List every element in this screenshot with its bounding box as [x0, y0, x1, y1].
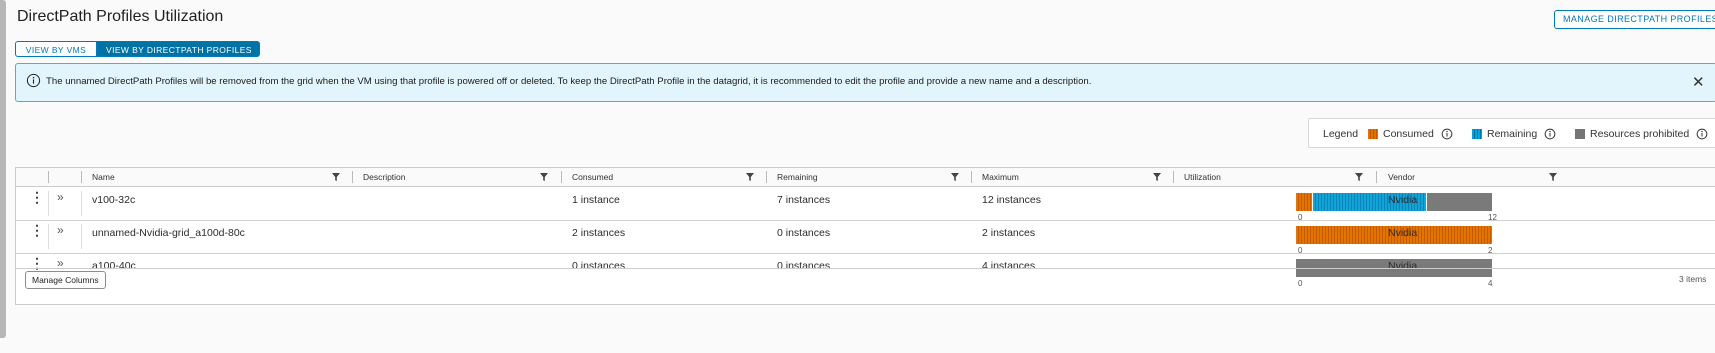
filter-icon[interactable] [1549, 173, 1557, 181]
vendor-value: Nvidia [1388, 194, 1418, 206]
close-icon[interactable]: ✕ [1692, 75, 1705, 90]
column-separator [81, 191, 82, 216]
table-row: ⋮ » a100-40c 0 instances 0 instances 4 i… [16, 253, 1715, 288]
info-icon[interactable] [1696, 128, 1708, 140]
column-separator[interactable] [971, 171, 972, 183]
filter-icon[interactable] [1355, 173, 1363, 181]
column-separator[interactable] [352, 171, 353, 183]
filter-icon[interactable] [746, 173, 754, 181]
row-actions-icon[interactable]: ⋮ [30, 223, 44, 237]
table-row: ⋮ » v100-32c 1 instance 7 instances 12 i… [16, 187, 1715, 222]
manage-directpath-profiles-button[interactable]: MANAGE DIRECTPATH PROFILES [1554, 10, 1715, 29]
consumed-segment [1296, 193, 1313, 211]
consumed-value: 1 instance [572, 194, 620, 206]
remaining-value: 7 instances [777, 194, 831, 206]
remaining-value: 0 instances [777, 227, 831, 239]
info-icon[interactable] [1441, 128, 1453, 140]
profiles-datagrid: Name Description Consumed Remaining Maxi… [15, 167, 1715, 305]
prohibited-segment [1426, 193, 1492, 211]
column-header-name[interactable]: Name [92, 168, 115, 186]
row-actions-icon[interactable]: ⋮ [30, 190, 44, 204]
column-separator[interactable] [766, 171, 767, 183]
column-separator[interactable] [1376, 171, 1377, 183]
column-separator [48, 224, 49, 249]
column-header-description[interactable]: Description [363, 168, 406, 186]
grid-header: Name Description Consumed Remaining Maxi… [16, 168, 1715, 187]
view-by-profiles-button[interactable]: VIEW BY DIRECTPATH PROFILES [97, 41, 260, 57]
item-count: 3 items [1679, 274, 1707, 284]
profile-name: unnamed-Nvidia-grid_a100d-80c [92, 227, 245, 239]
column-separator [48, 171, 49, 183]
profile-name: v100-32c [92, 194, 136, 206]
column-header-utilization[interactable]: Utilization [1184, 168, 1221, 186]
legend-item-prohibited: Resources prohibited [1575, 128, 1708, 140]
vendor-value: Nvidia [1388, 227, 1418, 239]
legend-item-remaining: Remaining [1472, 128, 1556, 140]
prohibited-swatch [1575, 129, 1585, 139]
utilization-legend: Legend Consumed Remaining Resources proh… [1308, 118, 1715, 148]
legend-title: Legend [1323, 128, 1359, 140]
expand-row-icon[interactable]: » [57, 190, 64, 204]
consumed-swatch [1368, 129, 1378, 139]
remaining-swatch [1472, 129, 1482, 139]
maximum-value: 2 instances [982, 227, 1036, 239]
legend-item-consumed: Consumed [1368, 128, 1453, 140]
expand-row-icon[interactable]: » [57, 223, 64, 237]
view-by-vms-button[interactable]: VIEW BY VMS [15, 41, 97, 57]
info-icon[interactable] [1544, 128, 1556, 140]
legend-label-consumed: Consumed [1383, 128, 1434, 140]
manage-columns-button[interactable]: Manage Columns [25, 271, 106, 289]
page-title: DirectPath Profiles Utilization [17, 8, 224, 25]
column-separator [81, 224, 82, 249]
maximum-value: 12 instances [982, 194, 1041, 206]
column-separator [48, 191, 49, 216]
column-header-consumed[interactable]: Consumed [572, 168, 613, 186]
legend-label-prohibited: Resources prohibited [1590, 128, 1690, 140]
grid-footer: Manage Columns 3 items [16, 268, 1715, 289]
column-separator[interactable] [561, 171, 562, 183]
legend-label-remaining: Remaining [1487, 128, 1538, 140]
filter-icon[interactable] [951, 173, 959, 181]
column-header-remaining[interactable]: Remaining [777, 168, 818, 186]
filter-icon[interactable] [1153, 173, 1161, 181]
column-separator [81, 171, 82, 183]
view-toggle: VIEW BY VMS VIEW BY DIRECTPATH PROFILES [15, 41, 260, 57]
filter-icon[interactable] [540, 173, 548, 181]
info-icon [26, 73, 41, 88]
consumed-value: 2 instances [572, 227, 626, 239]
filter-icon[interactable] [332, 173, 340, 181]
table-row: ⋮ » unnamed-Nvidia-grid_a100d-80c 2 inst… [16, 220, 1715, 255]
column-header-maximum[interactable]: Maximum [982, 168, 1019, 186]
info-alert: The unnamed DirectPath Profiles will be … [15, 63, 1715, 102]
column-header-vendor[interactable]: Vendor [1388, 168, 1415, 186]
scroll-rail [0, 0, 6, 338]
column-separator[interactable] [1173, 171, 1174, 183]
alert-message: The unnamed DirectPath Profiles will be … [46, 76, 1092, 87]
